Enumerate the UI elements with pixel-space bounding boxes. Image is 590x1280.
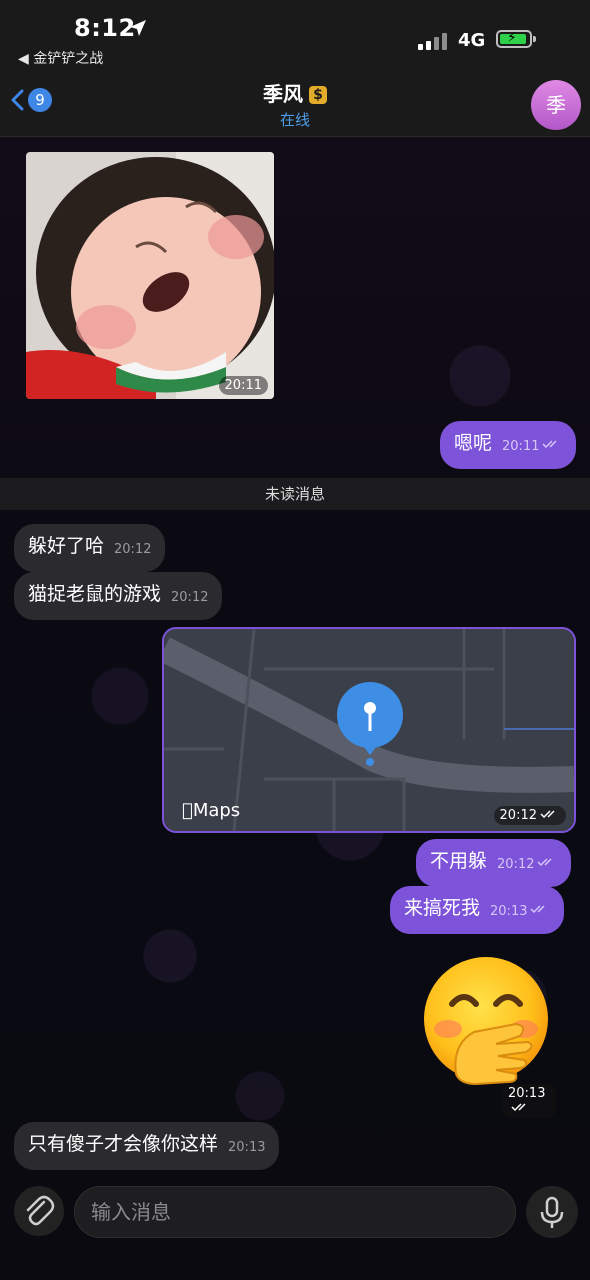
message-input-box[interactable] <box>74 1186 573 1238</box>
dollar-emoji-icon: $ <box>309 86 327 104</box>
double-check-icon <box>542 440 558 449</box>
message-composer <box>0 1180 590 1280</box>
message-time: 20:12 <box>497 857 535 872</box>
message-time: 20:11 <box>502 439 540 454</box>
double-check-icon <box>530 905 546 914</box>
paperclip-icon <box>26 1195 55 1226</box>
message-outgoing[interactable]: 来搞死我 20:13 <box>390 886 565 934</box>
message-time: 20:13 <box>228 1140 266 1155</box>
back-button[interactable]: 9 <box>10 88 52 112</box>
double-check-icon <box>537 858 553 867</box>
microphone-icon <box>540 1196 564 1228</box>
message-text: 只有傻子才会像你这样 <box>28 1133 219 1155</box>
message-outgoing[interactable]: 不用躲 20:12 <box>416 839 572 887</box>
signal-icon <box>418 32 447 50</box>
battery-icon: ⚡ <box>496 30 536 48</box>
message-outgoing[interactable]: 嗯呢 20:11 <box>440 421 577 469</box>
map-timestamp: 20:12 <box>493 806 566 825</box>
message-text: 嗯呢 <box>454 432 493 454</box>
message-time: 20:12 <box>499 808 537 823</box>
message-text: 不用躲 <box>430 850 488 872</box>
photo-timestamp: 20:11 <box>218 376 268 395</box>
chat-title-area[interactable]: 季风 $ 在线 <box>200 78 390 130</box>
photo-message[interactable]: 20:11 <box>26 152 274 399</box>
location-arrow-icon <box>130 20 146 36</box>
message-time: 20:12 <box>171 590 209 605</box>
online-status: 在线 <box>279 111 310 129</box>
location-map-message[interactable]: Maps 20:12 <box>162 627 576 833</box>
maps-label: Maps <box>182 800 240 821</box>
chevron-left-icon <box>11 89 24 111</box>
back-to-app-link[interactable]: ◀ 金铲铲之战 <box>18 48 103 68</box>
apple-icon:  <box>182 800 193 821</box>
emoji-sticker-message[interactable]: 20:13 <box>416 954 556 1118</box>
emoji-timestamp: 20:13 <box>502 1084 556 1118</box>
network-type: 4G <box>458 30 486 51</box>
message-text: 猫捉老鼠的游戏 <box>28 583 162 605</box>
message-time: 20:12 <box>114 542 152 557</box>
avatar[interactable]: 季 <box>531 80 581 130</box>
double-check-icon <box>540 810 555 819</box>
maps-logo: Maps <box>182 800 240 821</box>
message-incoming[interactable]: 只有傻子才会像你这样 20:13 <box>14 1122 280 1170</box>
hand-over-mouth-emoji-icon <box>424 957 548 1086</box>
chat-title: 季风 <box>263 82 303 106</box>
clock: 8:12 <box>74 14 136 42</box>
message-incoming[interactable]: 躲好了哈 20:12 <box>14 524 166 572</box>
chat-header: 9 季风 $ 在线 季 <box>0 72 590 137</box>
message-time: 20:13 <box>508 1086 546 1101</box>
message-input[interactable] <box>75 1187 467 1237</box>
unread-messages-divider: 未读消息 <box>0 478 590 510</box>
voice-message-button[interactable] <box>526 1186 578 1238</box>
message-text: 来搞死我 <box>404 897 481 919</box>
attach-button[interactable] <box>14 1186 64 1236</box>
message-text: 躲好了哈 <box>28 535 105 557</box>
double-check-icon <box>511 1103 526 1112</box>
status-bar: 8:12 ◀ 金铲铲之战 4G ⚡ <box>0 0 590 72</box>
message-incoming[interactable]: 猫捉老鼠的游戏 20:12 <box>14 572 223 620</box>
baby-photo <box>26 152 274 399</box>
message-time: 20:13 <box>490 904 528 919</box>
unread-count-badge: 9 <box>28 88 52 112</box>
